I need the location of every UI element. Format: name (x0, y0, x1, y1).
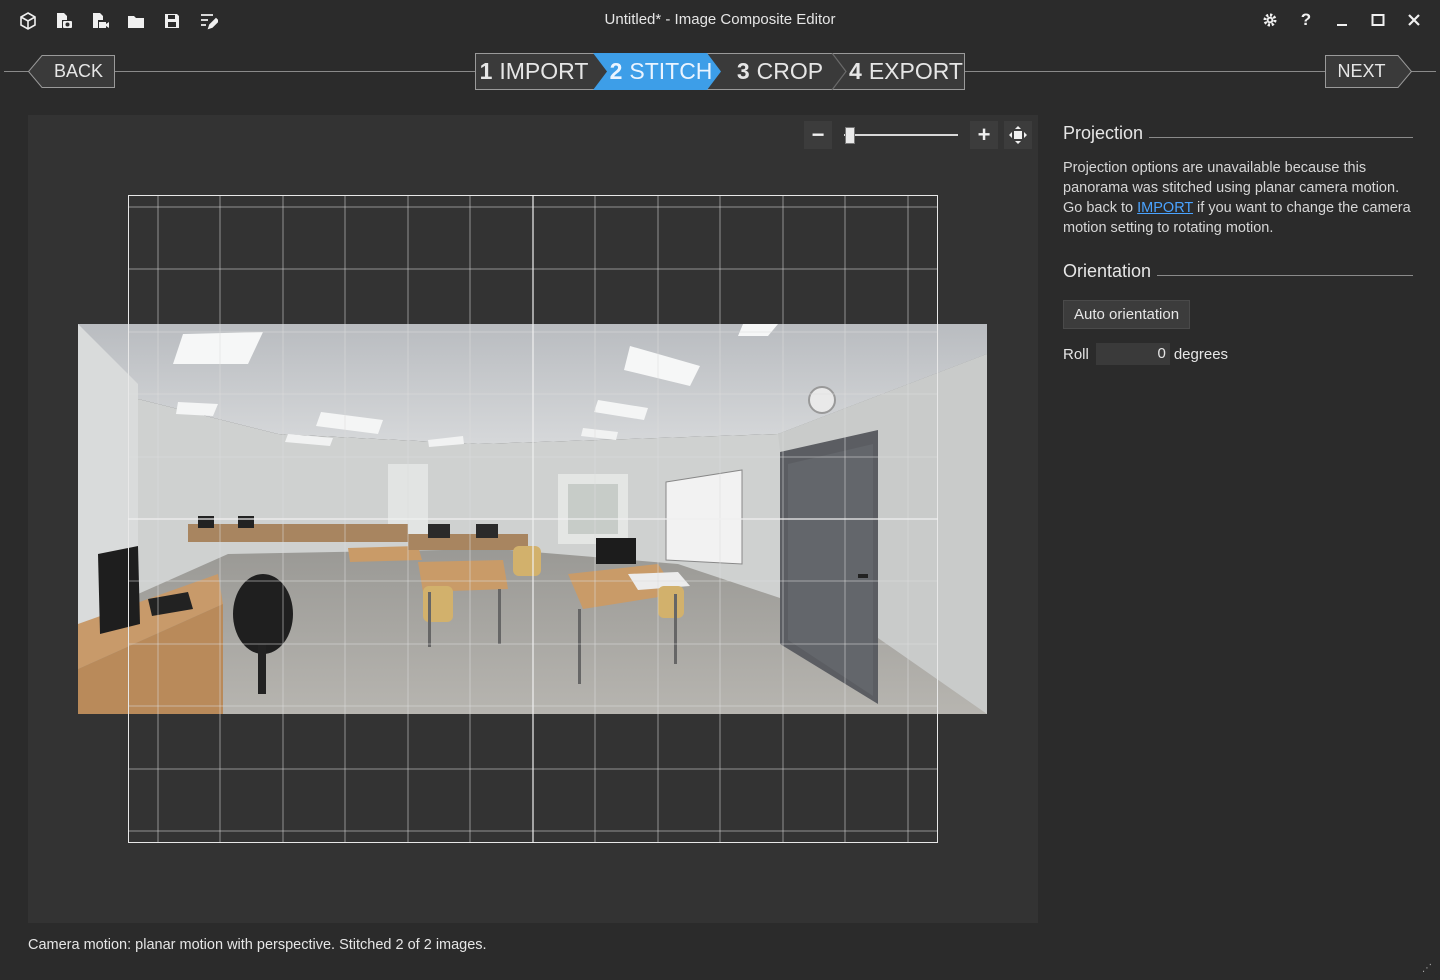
step-crop[interactable]: 3 CROP (725, 53, 835, 90)
settings-icon[interactable] (1258, 8, 1282, 32)
step-number: 4 (849, 58, 862, 84)
window-title: Untitled* - Image Composite Editor (604, 11, 836, 28)
title-bar: Untitled* - Image Composite Editor ? (0, 0, 1440, 42)
wizard-steps: 1 IMPORT 2 STITCH 3 CROP 4 EXPORT (475, 53, 965, 90)
projection-section-header: Projection (1063, 120, 1413, 146)
next-button[interactable]: NEXT (1325, 55, 1412, 88)
step-stitch[interactable]: 2 STITCH (603, 53, 719, 90)
roll-input[interactable]: 0 (1095, 343, 1170, 365)
step-label: EXPORT (868, 58, 963, 84)
zoom-slider-track[interactable] (844, 134, 958, 136)
zoom-in-button[interactable]: + (970, 121, 998, 149)
step-label: STITCH (629, 58, 713, 84)
alignment-grid (128, 195, 938, 843)
roll-label: Roll (1063, 345, 1089, 363)
step-export[interactable]: 4 EXPORT (847, 53, 965, 90)
orientation-section-header: Orientation (1063, 258, 1413, 284)
step-label: CROP (756, 58, 824, 84)
auto-orientation-button[interactable]: Auto orientation (1063, 300, 1191, 329)
step-label: IMPORT (499, 58, 589, 84)
help-icon[interactable]: ? (1294, 8, 1318, 32)
maximize-icon[interactable] (1366, 8, 1390, 32)
projection-title: Projection (1063, 122, 1144, 143)
fit-to-window-icon[interactable] (1004, 121, 1032, 149)
resize-grip-icon[interactable]: ⋰ (1422, 963, 1432, 974)
projection-info: Projection options are unavailable becau… (1063, 158, 1413, 238)
zoom-out-button[interactable]: − (804, 121, 832, 149)
step-import[interactable]: 1 IMPORT (475, 53, 593, 90)
roll-unit: degrees (1173, 345, 1229, 363)
roll-row: Roll 0 degrees (1063, 343, 1413, 365)
step-number: 2 (609, 58, 623, 84)
step-number: 1 (479, 58, 493, 84)
back-button[interactable]: BACK (28, 55, 115, 88)
step-number: 3 (736, 58, 750, 84)
minimize-icon[interactable] (1330, 8, 1354, 32)
status-bar-text: Camera motion: planar motion with perspe… (28, 937, 487, 953)
zoom-slider-thumb[interactable] (844, 127, 855, 144)
import-link[interactable]: IMPORT (1137, 200, 1193, 216)
window-controls: ? (1258, 8, 1426, 32)
zoom-control: − + (804, 121, 1032, 149)
close-icon[interactable] (1402, 8, 1426, 32)
options-panel: Projection Projection options are unavai… (1063, 120, 1413, 365)
orientation-title: Orientation (1063, 260, 1152, 281)
